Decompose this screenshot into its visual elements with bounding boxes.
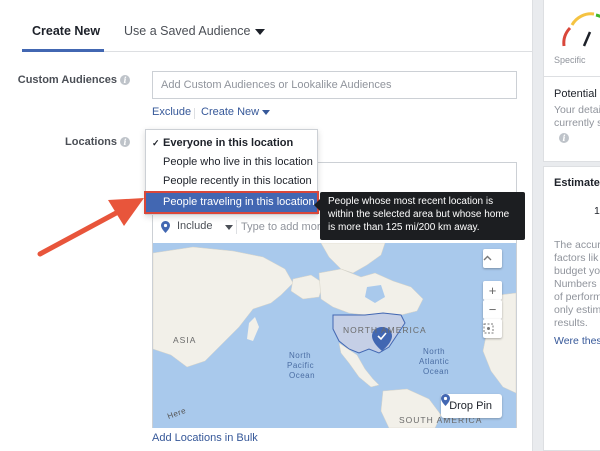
- dropdown-option-live[interactable]: People who live in this location: [146, 153, 317, 172]
- estimated-results-title: Estimate: [554, 177, 600, 189]
- caret-down-icon: [255, 28, 266, 35]
- audience-tabs: Create New Use a Saved Audience: [22, 12, 533, 52]
- location-pin-icon: [161, 221, 170, 233]
- dropdown-option-recently[interactable]: People recently in this location: [146, 172, 317, 191]
- caret-down-icon: [262, 109, 271, 115]
- info-icon[interactable]: i: [559, 133, 569, 143]
- map-label-ocean: Ocean: [289, 371, 316, 380]
- create-new-link[interactable]: Create New: [201, 106, 271, 118]
- map-label-asia: ASIA: [173, 335, 197, 345]
- map-label-pacific: Pacific: [287, 361, 315, 370]
- estimate-line: of perform: [554, 291, 600, 303]
- custom-audiences-label: Custom Audiences i: [0, 74, 130, 86]
- info-icon[interactable]: i: [120, 137, 130, 148]
- map-label-ocean: Ocean: [423, 367, 450, 376]
- include-separator: [236, 220, 237, 234]
- map-expand-button[interactable]: [483, 249, 502, 268]
- active-tab-underline: [22, 49, 104, 52]
- info-icon[interactable]: i: [120, 75, 130, 86]
- dropdown-option-everyone[interactable]: ✓ Everyone in this location: [146, 134, 317, 153]
- tab-create-new[interactable]: Create New: [32, 24, 100, 38]
- potential-reach-line: Your detai: [554, 104, 600, 116]
- estimate-line: results.: [554, 317, 588, 329]
- dropdown-option-traveling[interactable]: People traveling in this location: [144, 191, 319, 214]
- feedback-link[interactable]: Were thes: [554, 335, 600, 347]
- location-pin-icon: [441, 394, 451, 406]
- estimate-line: Numbers a: [554, 278, 600, 290]
- map-label-north-america: NORTH AMERICA: [343, 325, 427, 335]
- link-separator: [194, 108, 195, 119]
- zoom-in-button[interactable]: +: [483, 281, 502, 300]
- estimate-line: budget yo: [554, 265, 600, 277]
- map-label-atlantic: Atlantic: [419, 357, 450, 366]
- collapse-icon: [483, 255, 492, 261]
- tab-use-saved-audience[interactable]: Use a Saved Audience: [124, 24, 266, 38]
- audience-gauge-icon: [562, 12, 600, 47]
- include-select[interactable]: Include: [177, 220, 212, 232]
- estimate-line: only estim: [554, 304, 600, 316]
- add-locations-in-bulk-link[interactable]: Add Locations in Bulk: [152, 432, 258, 444]
- estimated-results-card: Estimate 1, The accur factors lik budget…: [543, 166, 600, 451]
- estimate-line: The accur: [554, 239, 600, 251]
- location-type-dropdown: ✓ Everyone in this location People who li…: [144, 129, 319, 215]
- estimate-line: factors lik: [554, 252, 599, 264]
- estimated-value: 1,: [594, 205, 600, 217]
- divider: [544, 76, 600, 77]
- potential-reach-line: currently s: [554, 117, 600, 129]
- audience-size-card: Specific Potential R Your detai currentl…: [543, 0, 600, 162]
- annotation-arrow-icon: [37, 198, 144, 257]
- drop-pin-button[interactable]: Drop Pin: [441, 394, 502, 418]
- option-tooltip: People whose most recent location is wit…: [320, 192, 525, 240]
- potential-reach-title: Potential R: [554, 88, 600, 100]
- checkmark-icon: ✓: [152, 138, 160, 148]
- gauge-label: Specific: [554, 55, 586, 65]
- location-map[interactable]: ASIA NORTH AMERICA North Pacific Ocean N…: [153, 243, 516, 428]
- map-label-north: North: [289, 351, 312, 360]
- custom-audiences-field[interactable]: [152, 71, 517, 99]
- recenter-button[interactable]: [483, 319, 502, 338]
- custom-audiences-input[interactable]: [153, 72, 516, 98]
- exclude-link[interactable]: Exclude: [152, 106, 191, 118]
- audience-panel: Create New Use a Saved Audience Custom A…: [0, 0, 533, 451]
- caret-down-icon[interactable]: [225, 225, 233, 230]
- locations-label: Locations i: [0, 136, 130, 148]
- zoom-out-button[interactable]: −: [483, 300, 502, 319]
- recenter-icon: [483, 323, 494, 334]
- map-label-north: North: [423, 347, 446, 356]
